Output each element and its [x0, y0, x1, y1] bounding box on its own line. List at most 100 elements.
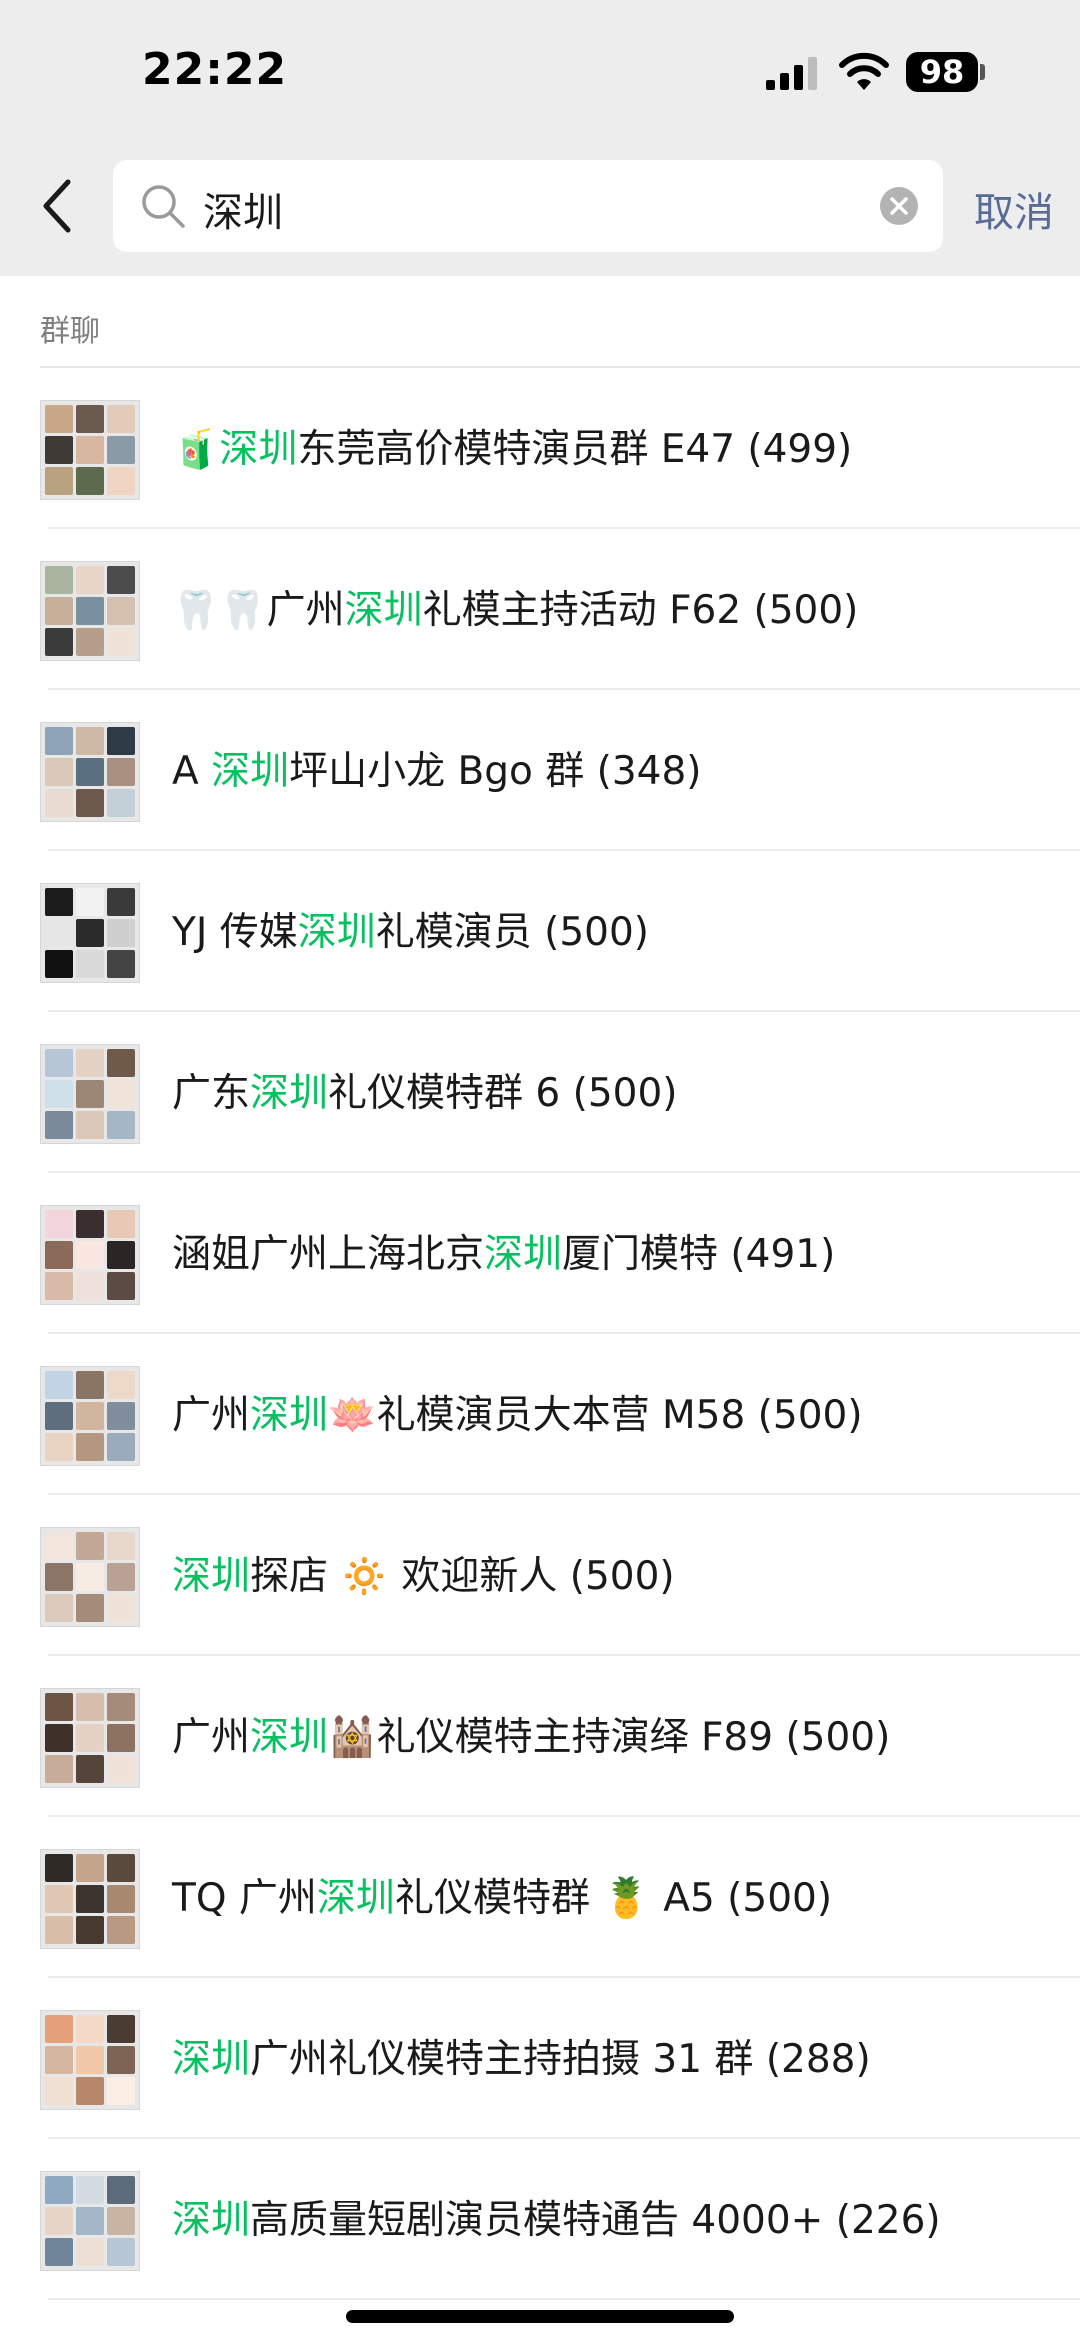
home-indicator[interactable]: [346, 2310, 734, 2323]
group-chat-result[interactable]: 深圳高质量短剧演员模特通告 4000+ (226): [0, 2139, 1080, 2300]
group-avatar-tile: [76, 1371, 104, 1399]
back-arrow-icon[interactable]: [38, 176, 78, 236]
group-avatar-tile: [76, 1080, 104, 1108]
group-avatar-tile: [107, 1080, 135, 1108]
group-avatar-tile: [45, 789, 73, 817]
group-avatar-tile: [45, 436, 73, 464]
title-text-before: TQ 广州: [172, 1876, 317, 1921]
title-keyword-highlight: 深圳: [297, 910, 376, 955]
group-avatar-tile: [45, 758, 73, 786]
group-avatar-tile: [107, 2176, 135, 2204]
group-avatar-tile: [107, 597, 135, 625]
group-avatar-tile: [107, 1049, 135, 1077]
title-keyword-highlight: 深圳: [250, 1071, 329, 1116]
group-avatar-tile: [45, 2238, 73, 2266]
group-avatar-tile: [107, 1532, 135, 1560]
group-avatar: [40, 722, 140, 822]
title-text-after: 坪山小龙 Bgo 群 (348): [289, 749, 702, 794]
title-text-after: 礼模主持活动 F62 (500): [422, 588, 859, 633]
group-avatar-tile: [45, 1080, 73, 1108]
group-avatar-tile: [45, 1272, 73, 1300]
group-avatar-tile: [45, 628, 73, 656]
group-avatar-tile: [76, 2176, 104, 2204]
group-chat-result[interactable]: A 深圳坪山小龙 Bgo 群 (348): [0, 690, 1080, 851]
group-avatar-tile: [107, 919, 135, 947]
search-input[interactable]: 深圳: [113, 160, 943, 252]
group-chat-result[interactable]: 广州深圳🕍礼仪模特主持演绎 F89 (500): [0, 1656, 1080, 1817]
title-keyword-highlight: 深圳: [211, 749, 290, 794]
group-avatar-tile: [76, 2015, 104, 2043]
group-avatar-tile: [76, 467, 104, 495]
group-avatar-tile: [45, 1241, 73, 1269]
title-text-before: YJ 传媒: [172, 910, 298, 955]
title-text-after: 高质量短剧演员模特通告 4000+ (226): [250, 2198, 941, 2243]
group-avatar-tile: [107, 1371, 135, 1399]
group-avatar-tile: [76, 1594, 104, 1622]
group-avatar: [40, 1366, 140, 1466]
cancel-button[interactable]: 取消: [974, 180, 1054, 238]
group-avatar-tile: [45, 1885, 73, 1913]
group-chat-result[interactable]: 深圳广州礼仪模特主持拍摄 31 群 (288): [0, 1978, 1080, 2139]
title-keyword-highlight: 深圳: [172, 1554, 251, 1599]
group-avatar-tile: [76, 1111, 104, 1139]
group-chat-result[interactable]: 涵姐广州上海北京深圳厦门模特 (491): [0, 1173, 1080, 1334]
title-text-after: 礼模演员 (500): [375, 910, 650, 955]
title-text-before: 广州: [266, 588, 345, 633]
group-avatar-tile: [45, 1724, 73, 1752]
group-avatar-tile: [107, 789, 135, 817]
group-avatar-tile: [76, 2238, 104, 2266]
group-avatar-tile: [45, 467, 73, 495]
clear-search-icon[interactable]: [879, 186, 919, 226]
group-avatar-tile: [107, 566, 135, 594]
group-avatar-tile: [45, 1210, 73, 1238]
group-chat-title: A 深圳坪山小龙 Bgo 群 (348): [172, 744, 702, 799]
battery-icon: 98: [906, 52, 978, 92]
group-avatar-tile: [107, 758, 135, 786]
group-avatar: [40, 2010, 140, 2110]
title-text-before: 广州: [172, 1715, 251, 1760]
group-avatar-tile: [45, 1693, 73, 1721]
search-result-list: 🧃深圳东莞高价模特演员群 E47 (499) 🦷🦷广州深圳礼模主持活动 F62 (…: [0, 368, 1080, 2300]
group-chat-result[interactable]: 广东深圳礼仪模特群 6 (500): [0, 1012, 1080, 1173]
group-avatar-tile: [45, 919, 73, 947]
group-avatar-tile: [107, 1724, 135, 1752]
group-avatar-tile: [76, 1433, 104, 1461]
group-chat-result[interactable]: 广州深圳🪷礼模演员大本营 M58 (500): [0, 1334, 1080, 1495]
group-avatar-tile: [76, 1402, 104, 1430]
group-chat-title: 🧃深圳东莞高价模特演员群 E47 (499): [172, 422, 852, 477]
group-chat-result[interactable]: 深圳探店 🔅 欢迎新人 (500): [0, 1495, 1080, 1656]
title-emoji-prefix: 🧃: [172, 427, 220, 471]
group-avatar: [40, 1849, 140, 1949]
group-avatar-tile: [76, 1755, 104, 1783]
group-avatar-tile: [107, 1594, 135, 1622]
group-avatar-tile: [45, 950, 73, 978]
top-bar: 22:22 98 深圳 取消: [0, 0, 1080, 276]
group-chat-result[interactable]: 🧃深圳东莞高价模特演员群 E47 (499): [0, 368, 1080, 529]
section-label-group-chats: 群聊: [40, 314, 100, 349]
group-avatar-tile: [45, 1433, 73, 1461]
group-avatar-tile: [76, 1241, 104, 1269]
group-chat-result[interactable]: YJ 传媒深圳礼模演员 (500): [0, 851, 1080, 1012]
group-avatar-tile: [76, 2077, 104, 2105]
group-avatar-tile: [76, 888, 104, 916]
group-avatar-tile: [76, 758, 104, 786]
search-query-text[interactable]: 深圳: [203, 180, 283, 238]
group-avatar-tile: [76, 919, 104, 947]
battery-tip: [980, 64, 985, 80]
group-avatar-tile: [107, 405, 135, 433]
group-chat-result[interactable]: 🦷🦷广州深圳礼模主持活动 F62 (500): [0, 529, 1080, 690]
title-keyword-highlight: 深圳: [172, 2037, 251, 2082]
group-avatar-tile: [76, 2207, 104, 2235]
group-avatar-tile: [76, 1049, 104, 1077]
title-text-before: 广东: [172, 1071, 251, 1116]
title-text-after: 厦门模特 (491): [562, 1232, 836, 1277]
group-avatar-tile: [76, 1724, 104, 1752]
group-chat-result[interactable]: TQ 广州深圳礼仪模特群 🍍 A5 (500): [0, 1817, 1080, 1978]
group-avatar-tile: [76, 1210, 104, 1238]
group-avatar-tile: [107, 2077, 135, 2105]
group-avatar-tile: [45, 1916, 73, 1944]
group-avatar-tile: [107, 467, 135, 495]
group-avatar-tile: [45, 2207, 73, 2235]
group-avatar-tile: [76, 1854, 104, 1882]
group-avatar-tile: [107, 436, 135, 464]
